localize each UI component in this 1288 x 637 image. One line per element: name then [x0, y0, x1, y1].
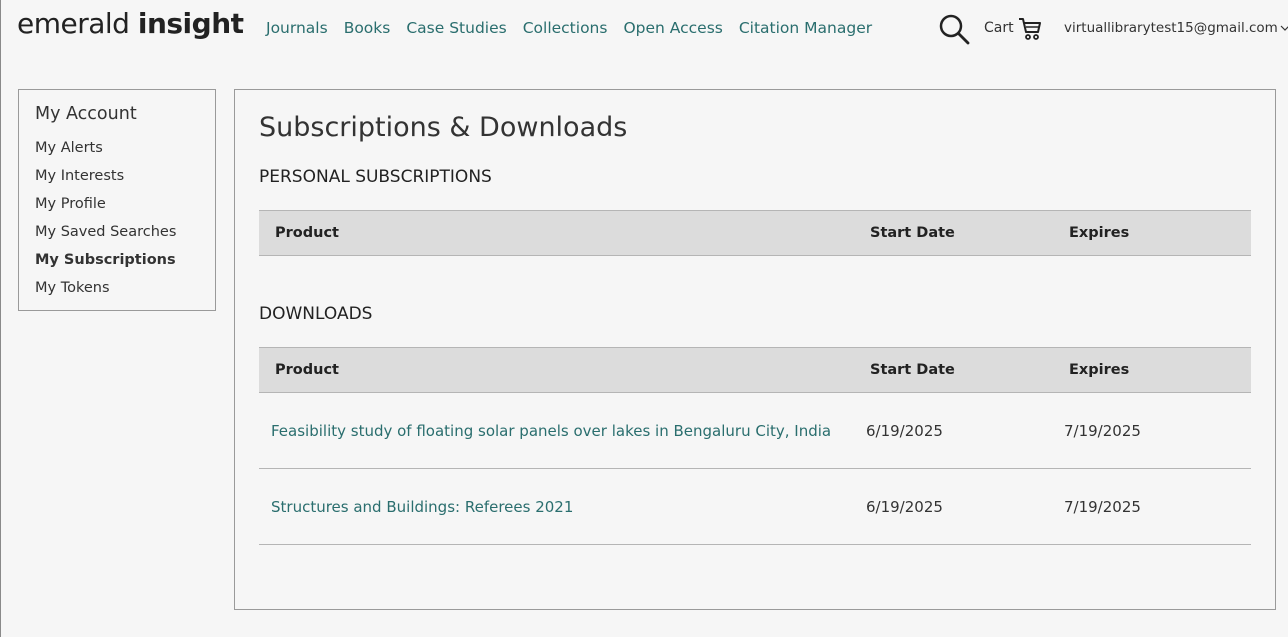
nav-case-studies[interactable]: Case Studies [406, 19, 506, 37]
expiry-date: 7/19/2025 [1064, 421, 1141, 440]
sidebar-item-profile[interactable]: My Profile [35, 194, 176, 222]
site-header: emerald insight Journals Books Case Stud… [1, 0, 1288, 60]
search-icon[interactable] [938, 13, 970, 45]
table-header: Product Start Date Expires [259, 347, 1251, 393]
main-nav: Journals Books Case Studies Collections … [266, 19, 872, 37]
nav-collections[interactable]: Collections [523, 19, 608, 37]
table-row: Feasibility study of floating solar pane… [259, 393, 1251, 469]
personal-subscriptions-table: Product Start Date Expires [259, 210, 1251, 256]
personal-subscriptions-heading: PERSONAL SUBSCRIPTIONS [259, 167, 492, 187]
expiry-date: 7/19/2025 [1064, 497, 1141, 516]
sidebar-menu: My Alerts My Interests My Profile My Sav… [35, 138, 176, 306]
nav-books[interactable]: Books [344, 19, 391, 37]
cart-icon [1018, 16, 1042, 46]
product-link[interactable]: Structures and Buildings: Referees 2021 [271, 498, 573, 516]
product-link[interactable]: Feasibility study of floating solar pane… [271, 422, 831, 440]
table-row: Structures and Buildings: Referees 2021 … [259, 469, 1251, 545]
nav-journals[interactable]: Journals [266, 19, 328, 37]
emerald-insight-logo[interactable]: emerald insight [17, 7, 244, 40]
nav-open-access[interactable]: Open Access [623, 19, 722, 37]
sidebar-item-tokens[interactable]: My Tokens [35, 278, 176, 306]
logo-bold-text: insight [137, 7, 244, 40]
downloads-heading: DOWNLOADS [259, 304, 373, 324]
chevron-down-icon [1280, 20, 1288, 36]
nav-citation-manager[interactable]: Citation Manager [739, 19, 872, 37]
column-expires: Expires [1069, 362, 1130, 378]
cart-label: Cart [984, 20, 1014, 36]
column-expires: Expires [1069, 225, 1130, 241]
table-header: Product Start Date Expires [259, 210, 1251, 256]
sidebar-item-saved-searches[interactable]: My Saved Searches [35, 222, 176, 250]
downloads-table: Product Start Date Expires Feasibility s… [259, 347, 1251, 545]
start-date: 6/19/2025 [866, 497, 943, 516]
column-start-date: Start Date [870, 362, 955, 378]
user-menu[interactable]: virtuallibrarytest15@gmail.com [1064, 20, 1288, 36]
start-date: 6/19/2025 [866, 421, 943, 440]
cart-button[interactable]: Cart [984, 16, 1042, 46]
page-title: Subscriptions & Downloads [259, 112, 628, 143]
sidebar-item-subscriptions[interactable]: My Subscriptions [35, 250, 176, 278]
column-start-date: Start Date [870, 225, 955, 241]
sidebar-title: My Account [35, 104, 137, 124]
logo-light-text: emerald [17, 7, 138, 40]
sidebar-item-interests[interactable]: My Interests [35, 166, 176, 194]
column-product: Product [275, 362, 339, 378]
column-product: Product [275, 225, 339, 241]
account-sidebar: My Account My Alerts My Interests My Pro… [18, 89, 216, 311]
main-content: Subscriptions & Downloads PERSONAL SUBSC… [234, 89, 1276, 610]
user-email: virtuallibrarytest15@gmail.com [1064, 20, 1278, 36]
sidebar-item-alerts[interactable]: My Alerts [35, 138, 176, 166]
